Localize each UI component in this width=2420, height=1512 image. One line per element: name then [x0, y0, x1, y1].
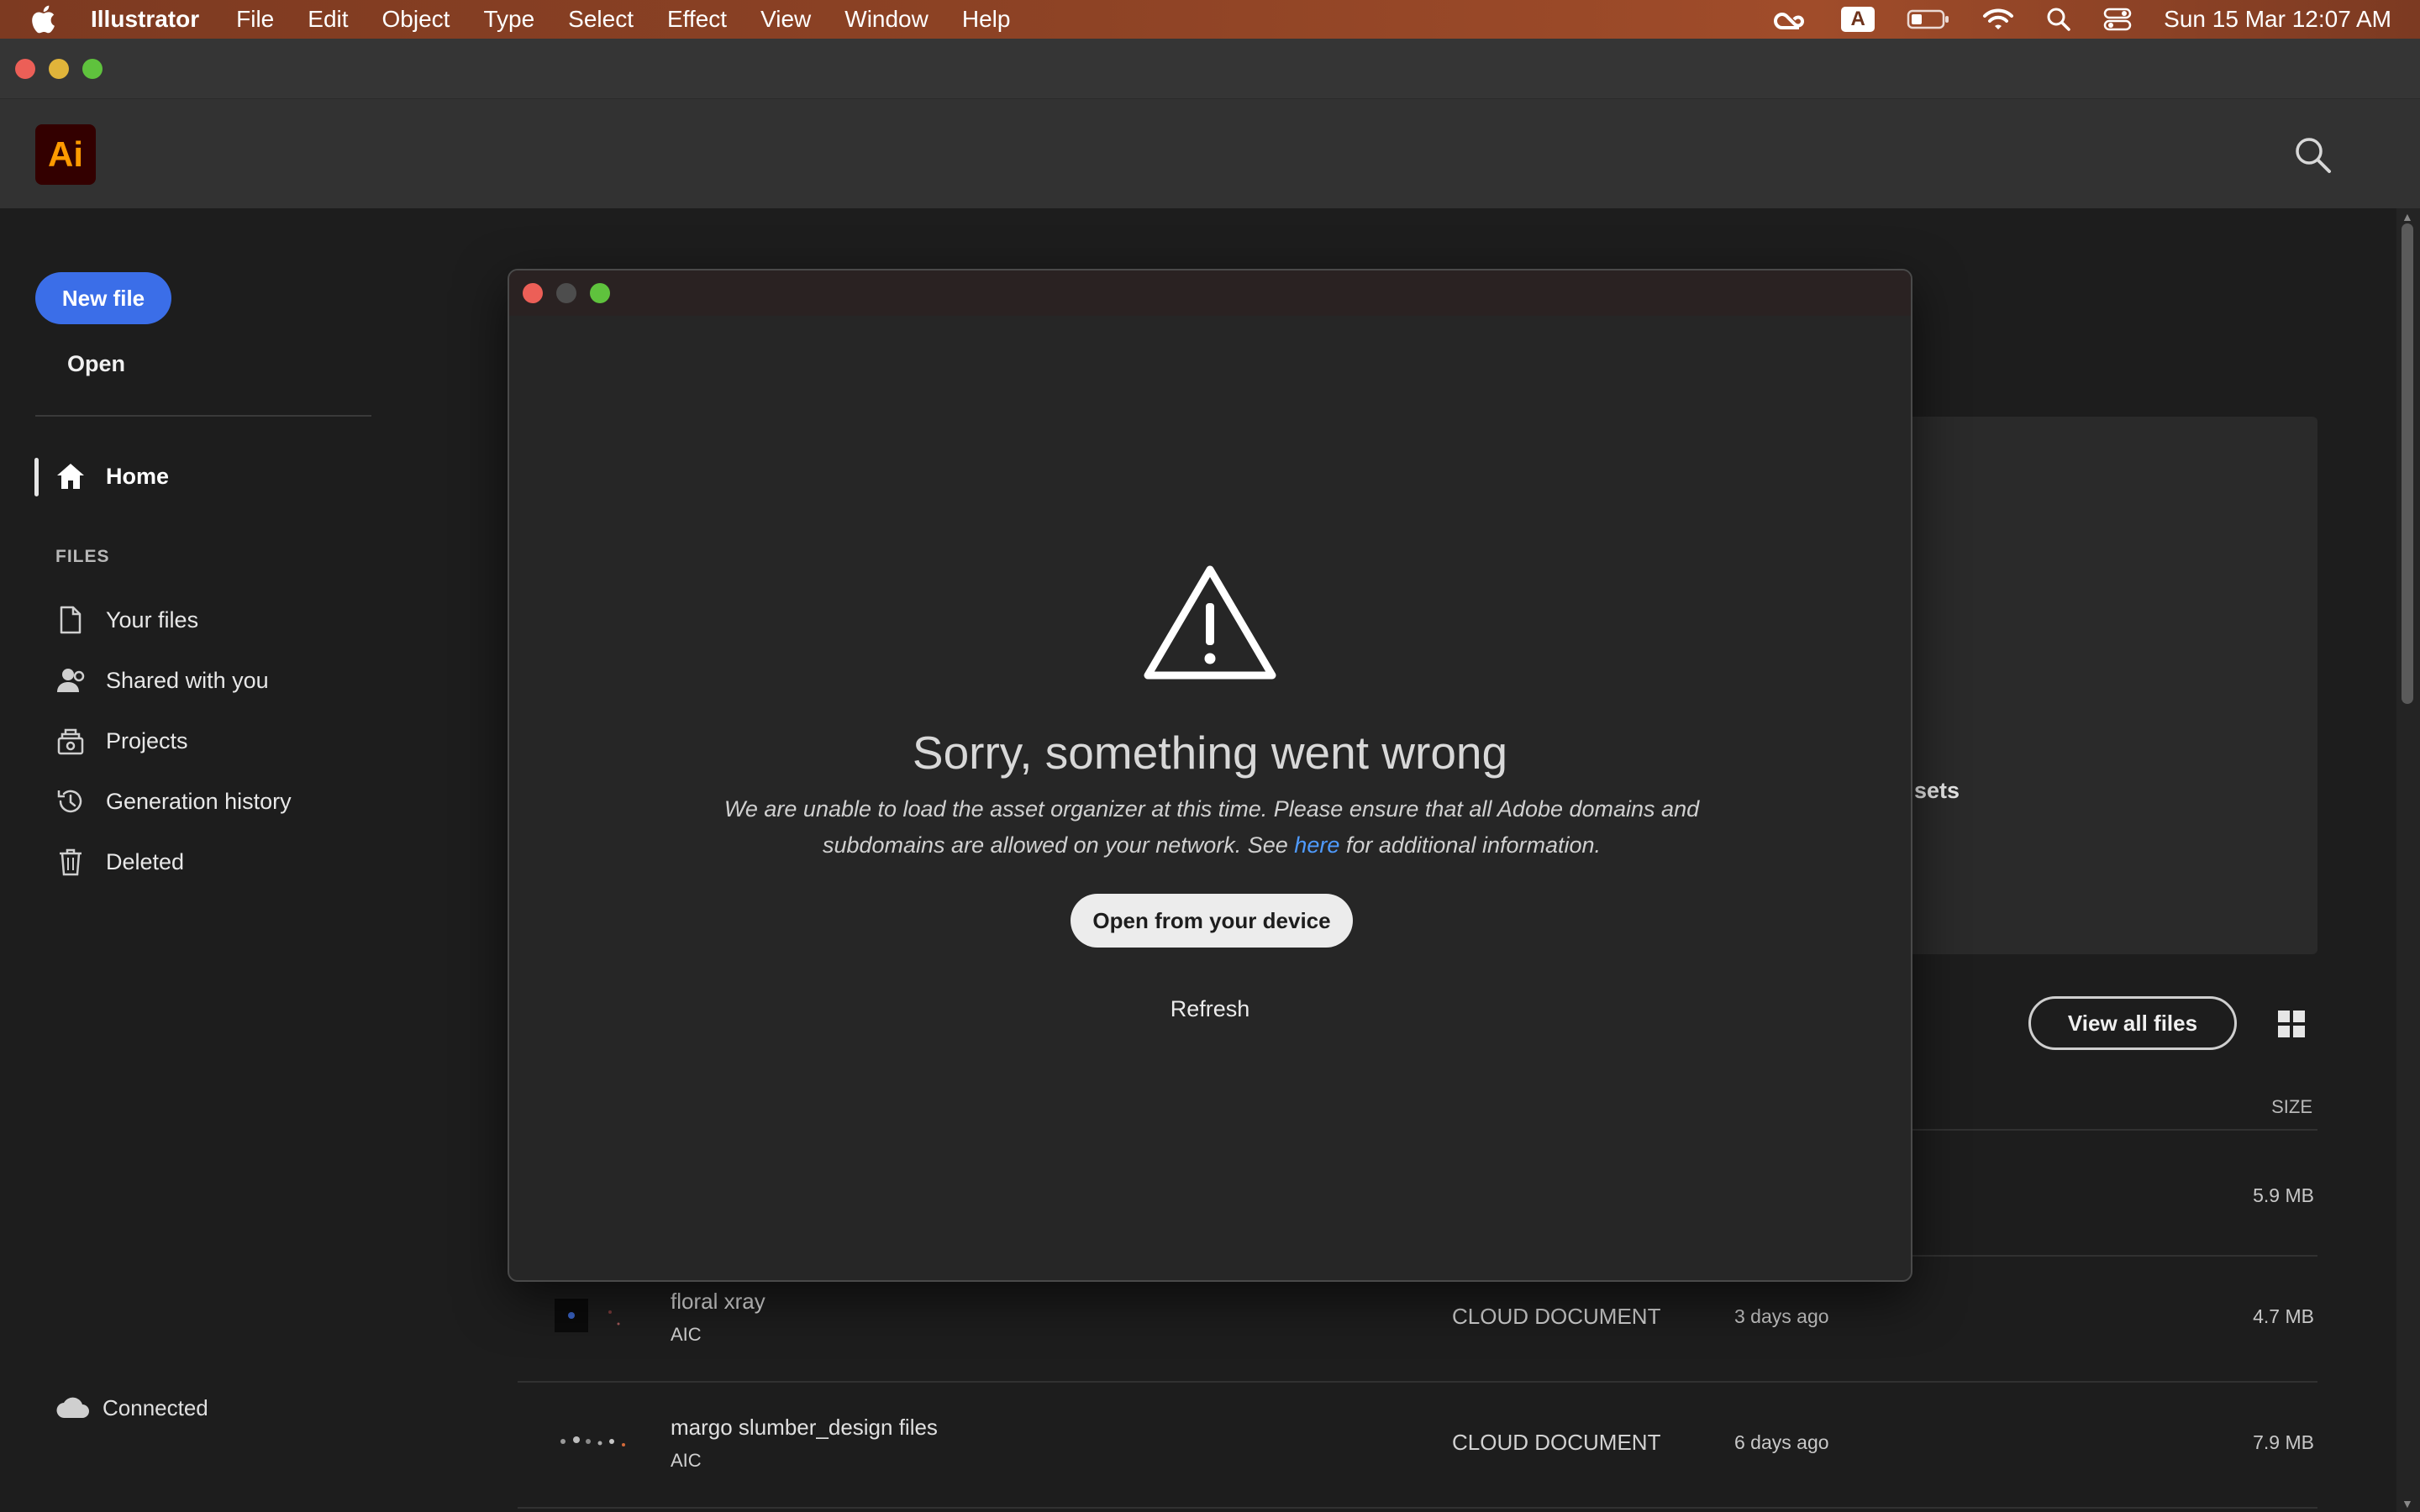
battery-icon[interactable]: [1907, 8, 1950, 30]
file-modified: 3 days ago: [1734, 1305, 1829, 1327]
app-header: [0, 99, 2420, 208]
sidebar-item-label: Home: [106, 463, 170, 489]
input-source-icon[interactable]: A: [1841, 7, 1876, 32]
trash-icon: [55, 847, 86, 877]
size-column-header[interactable]: SIZE: [2271, 1096, 2312, 1118]
new-file-button[interactable]: New file: [35, 272, 171, 324]
document-icon: [55, 605, 86, 635]
menu-help[interactable]: Help: [962, 6, 1011, 33]
file-size: 5.9 MB: [2253, 1184, 2314, 1206]
window-zoom-button[interactable]: [82, 59, 103, 79]
scroll-up-icon[interactable]: ▲: [2402, 210, 2413, 223]
file-thumbnail: [551, 1290, 635, 1347]
file-modified: 6 days ago: [1734, 1431, 1829, 1453]
control-center-icon[interactable]: [2103, 7, 2132, 32]
window-close-button[interactable]: [15, 59, 35, 79]
file-kind: CLOUD DOCUMENT: [1452, 1304, 1661, 1329]
error-dialog: Sorry, something went wrong We are unabl…: [508, 269, 1912, 1282]
dialog-zoom-button[interactable]: [590, 283, 610, 303]
promo-banner[interactable]: [1881, 417, 2317, 954]
sidebar-item-label: Your files: [106, 606, 199, 633]
sidebar-item-projects[interactable]: Projects: [55, 726, 188, 756]
sidebar-divider: [35, 415, 371, 417]
error-message-text-end: for additional information.: [1339, 832, 1602, 858]
menu-view[interactable]: View: [760, 6, 811, 33]
connection-status-label: Connected: [103, 1394, 208, 1420]
spotlight-search-icon[interactable]: [2046, 7, 2071, 32]
creative-cloud-icon[interactable]: [1772, 6, 1809, 33]
menu-app-name[interactable]: Illustrator: [91, 6, 199, 33]
file-type: AIC: [671, 1450, 702, 1471]
menu-edit[interactable]: Edit: [308, 6, 348, 33]
scroll-down-icon[interactable]: ▼: [2402, 1497, 2413, 1510]
sidebar-item-label: Deleted: [106, 848, 185, 874]
sidebar-item-home[interactable]: Home: [55, 461, 169, 491]
sidebar-item-label: Generation history: [106, 788, 292, 814]
sidebar-item-your-files[interactable]: Your files: [55, 605, 198, 635]
history-icon: [55, 786, 86, 816]
window-minimize-button[interactable]: [49, 59, 69, 79]
shared-user-icon: [55, 665, 86, 696]
files-section-heading: FILES: [55, 547, 110, 566]
file-size: 7.9 MB: [2253, 1431, 2314, 1453]
wifi-icon[interactable]: [1982, 7, 2014, 32]
connection-status: Connected: [55, 1394, 208, 1421]
refresh-button[interactable]: Refresh: [509, 996, 1911, 1022]
sidebar-item-generation-history[interactable]: Generation history: [55, 786, 292, 816]
open-from-device-button[interactable]: Open from your device: [1071, 894, 1353, 948]
dialog-minimize-button[interactable]: [556, 283, 576, 303]
apple-icon[interactable]: [29, 5, 57, 34]
menu-bar: Illustrator File Edit Object Type Select…: [0, 0, 2420, 39]
row-divider: [518, 1507, 2317, 1509]
cloud-icon: [55, 1394, 91, 1421]
file-size: 4.7 MB: [2253, 1305, 2314, 1327]
sidebar-item-deleted[interactable]: Deleted: [55, 847, 184, 877]
menu-clock[interactable]: Sun 15 Mar 12:07 AM: [2164, 6, 2391, 33]
open-button[interactable]: Open: [67, 351, 125, 377]
warning-icon: [1143, 563, 1277, 682]
status-area: A Sun 15 Mar 12:07 AM: [1772, 0, 2391, 39]
menu-type[interactable]: Type: [483, 6, 534, 33]
projects-icon: [55, 726, 86, 756]
dialog-titlebar: [509, 270, 1911, 316]
menu-object[interactable]: Object: [382, 6, 450, 33]
menu-effect[interactable]: Effect: [667, 6, 727, 33]
search-icon[interactable]: [2292, 134, 2333, 175]
error-title: Sorry, something went wrong: [912, 727, 1508, 779]
illustrator-logo: Ai: [35, 124, 96, 185]
file-name: floral xray: [671, 1289, 765, 1314]
view-all-files-button[interactable]: View all files: [2028, 996, 2237, 1050]
file-name: margo slumber_design files: [671, 1415, 938, 1440]
file-type: AIC: [671, 1324, 702, 1345]
sidebar-item-shared-with-you[interactable]: Shared with you: [55, 665, 269, 696]
menu-window[interactable]: Window: [844, 6, 929, 33]
menu-select[interactable]: Select: [568, 6, 634, 33]
help-link[interactable]: here: [1294, 832, 1339, 858]
sidebar-item-label: Shared with you: [106, 667, 269, 693]
scrollbar-thumb[interactable]: [2402, 223, 2413, 704]
active-nav-indicator: [34, 458, 39, 496]
sidebar-item-label: Projects: [106, 727, 188, 753]
dialog-close-button[interactable]: [523, 283, 543, 303]
banner-glimpse-text: sets: [1914, 778, 1960, 803]
home-icon: [55, 461, 86, 491]
file-kind: CLOUD DOCUMENT: [1452, 1430, 1661, 1455]
table-row[interactable]: margo slumber_design files AIC CLOUD DOC…: [518, 1383, 2317, 1507]
grid-view-icon[interactable]: [2277, 1010, 2306, 1038]
error-message: We are unable to load the asset organize…: [708, 791, 1716, 864]
menu-file[interactable]: File: [236, 6, 274, 33]
window-titlebar: [0, 39, 2420, 99]
file-thumbnail: [551, 1416, 635, 1473]
